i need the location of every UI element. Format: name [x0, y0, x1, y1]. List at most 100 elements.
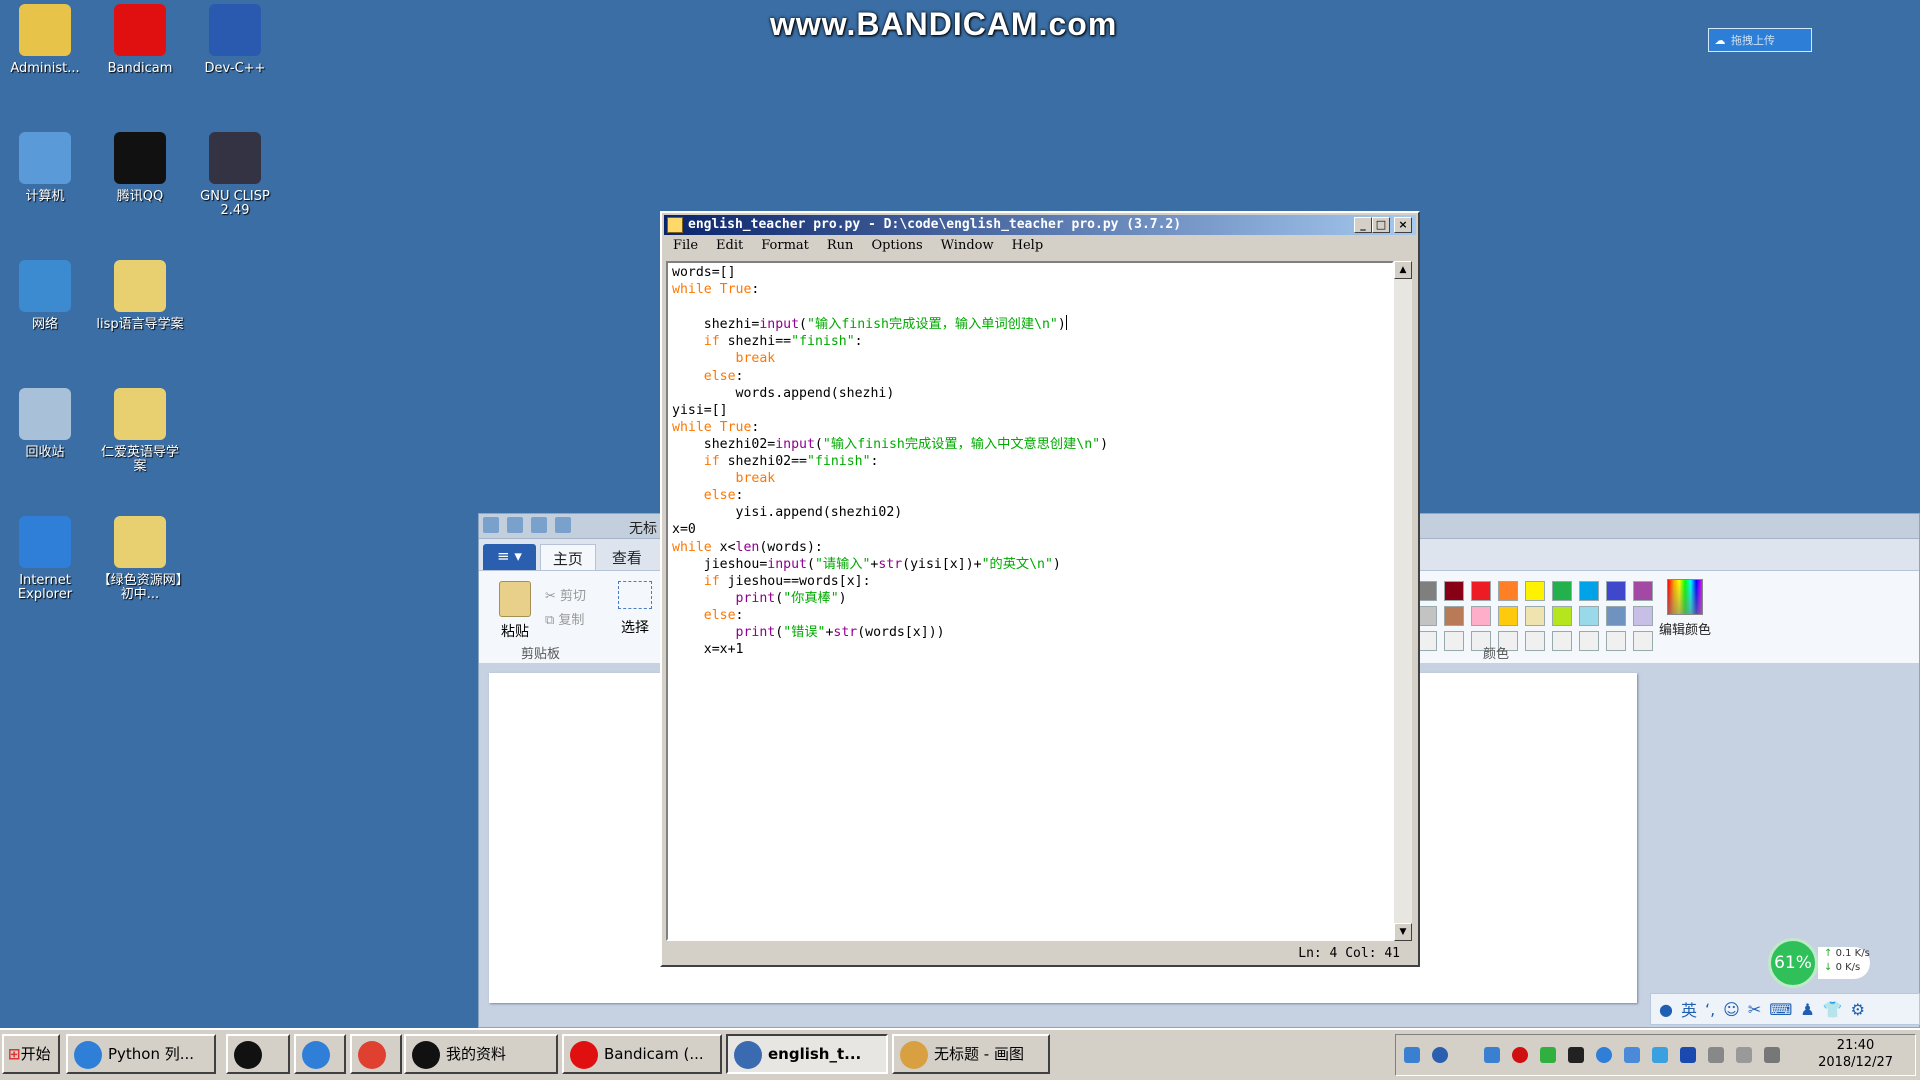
- menu-edit[interactable]: Edit: [707, 237, 752, 257]
- menu-file[interactable]: File: [664, 237, 707, 257]
- ime-language[interactable]: 英: [1681, 997, 1697, 1021]
- code-line: print("错误"+str(words[x])): [735, 624, 945, 640]
- taskbar-item-idle[interactable]: english_t...: [726, 1034, 888, 1074]
- color-swatch[interactable]: [1417, 581, 1437, 601]
- desktop-icon-network[interactable]: 网络: [0, 260, 90, 332]
- media-icon[interactable]: [1540, 1047, 1556, 1063]
- ie-tray-icon[interactable]: [1596, 1047, 1612, 1063]
- close-button[interactable]: ×: [1394, 217, 1412, 233]
- color-swatch[interactable]: [1417, 606, 1437, 626]
- taskbar-item-qq-profile[interactable]: 我的资料: [404, 1034, 558, 1074]
- menu-format[interactable]: Format: [752, 237, 818, 257]
- color-swatch[interactable]: [1633, 606, 1653, 626]
- paint-file-menu[interactable]: ≡ ▾: [483, 544, 536, 570]
- redo-icon[interactable]: [555, 517, 571, 533]
- taskbar-item-paint[interactable]: 无标题 - 画图: [892, 1034, 1050, 1074]
- color-swatch[interactable]: [1471, 581, 1491, 601]
- code-text[interactable]: words=[] while True: shezhi=input("输入fini…: [668, 263, 1392, 658]
- tools-icon[interactable]: ✂: [1748, 1000, 1761, 1019]
- select-button[interactable]: 选择: [613, 581, 657, 637]
- desktop-icon-computer[interactable]: 计算机: [0, 132, 90, 204]
- color-swatch[interactable]: [1525, 631, 1545, 651]
- qq-tray-icon[interactable]: [1568, 1047, 1584, 1063]
- color-swatch[interactable]: [1417, 631, 1437, 651]
- menu-run[interactable]: Run: [818, 237, 863, 257]
- color-swatch[interactable]: [1633, 631, 1653, 651]
- taskbar-item-chrome[interactable]: [350, 1034, 402, 1074]
- paste-button[interactable]: 粘贴: [493, 581, 537, 641]
- color-swatch[interactable]: [1498, 581, 1518, 601]
- menu-help[interactable]: Help: [1003, 237, 1053, 257]
- color-swatch[interactable]: [1606, 581, 1626, 601]
- tray-user-icon[interactable]: [1404, 1047, 1420, 1063]
- emoji-icon[interactable]: ☺: [1723, 1000, 1740, 1019]
- undo-icon[interactable]: [531, 517, 547, 533]
- taskbar-item-cmd[interactable]: [226, 1034, 290, 1074]
- color-swatch[interactable]: [1579, 606, 1599, 626]
- maximize-button[interactable]: □: [1372, 217, 1390, 233]
- desktop-icon-bandicam[interactable]: Bandicam: [95, 4, 185, 76]
- desktop-icon-english-folder[interactable]: 仁爱英语导学案: [95, 388, 185, 474]
- ime-logo-icon[interactable]: ●: [1659, 1000, 1673, 1019]
- taskbar-item-bandicam[interactable]: Bandicam (...: [562, 1034, 722, 1074]
- network-icon[interactable]: [1764, 1047, 1780, 1063]
- paint-app-icon[interactable]: [483, 517, 499, 533]
- desktop-icon-internet-explorer[interactable]: Internet Explorer: [0, 516, 90, 602]
- punctuation-icon[interactable]: ‘,: [1705, 1000, 1715, 1019]
- code-editor[interactable]: words=[] while True: shezhi=input("输入fini…: [666, 261, 1394, 941]
- skin-icon[interactable]: 👕: [1823, 1000, 1843, 1019]
- menu-window[interactable]: Window: [932, 237, 1003, 257]
- idle-editor-window[interactable]: english_teacher pro.py - D:\code\english…: [660, 211, 1420, 967]
- cut-button[interactable]: ✂ 剪切: [545, 585, 586, 604]
- save-icon[interactable]: [507, 517, 523, 533]
- color-swatch[interactable]: [1444, 631, 1464, 651]
- color-swatch[interactable]: [1606, 631, 1626, 651]
- desktop-icon-devcpp[interactable]: Dev-C++: [190, 4, 280, 76]
- desktop-icon-administrator[interactable]: Administ...: [0, 4, 90, 76]
- color-swatch[interactable]: [1552, 606, 1572, 626]
- color-swatch[interactable]: [1552, 631, 1572, 651]
- vertical-scrollbar[interactable]: ▲ ▼: [1394, 261, 1412, 941]
- color-swatch[interactable]: [1525, 581, 1545, 601]
- edit-colors-button[interactable]: 编辑颜色: [1653, 579, 1717, 638]
- network-speed-widget[interactable]: 61% ↑ 0.1 K/s ↓ 0 K/s: [1768, 938, 1870, 988]
- scroll-down-icon[interactable]: ▼: [1394, 923, 1412, 941]
- color-swatch[interactable]: [1498, 606, 1518, 626]
- desktop-icon-gnu-clisp[interactable]: GNU CLISP 2.49: [190, 132, 280, 218]
- tab-view[interactable]: 查看: [600, 544, 654, 570]
- desktop-icon-qq[interactable]: 腾讯QQ: [95, 132, 185, 204]
- color-swatch[interactable]: [1525, 606, 1545, 626]
- volume-icon[interactable]: [1736, 1047, 1752, 1063]
- taskbar-item-ie[interactable]: [294, 1034, 346, 1074]
- upload-widget[interactable]: ☁ 拖拽上传: [1708, 28, 1812, 52]
- color-swatch[interactable]: [1444, 581, 1464, 601]
- start-button[interactable]: ⊞开始: [2, 1034, 60, 1074]
- help-icon[interactable]: [1432, 1047, 1448, 1063]
- tab-home[interactable]: 主页: [539, 544, 596, 570]
- display-icon[interactable]: [1652, 1047, 1668, 1063]
- color-swatch[interactable]: [1552, 581, 1572, 601]
- baidu-cloud-icon[interactable]: [1484, 1047, 1500, 1063]
- security-icon[interactable]: [1624, 1047, 1640, 1063]
- color-swatch[interactable]: [1444, 606, 1464, 626]
- bluetooth-icon[interactable]: [1680, 1047, 1696, 1063]
- scroll-up-icon[interactable]: ▲: [1394, 261, 1412, 279]
- desktop-icon-recycle-bin[interactable]: 回收站: [0, 388, 90, 460]
- bandicam-tray-icon[interactable]: [1512, 1047, 1528, 1063]
- device-icon[interactable]: [1708, 1047, 1724, 1063]
- color-swatch[interactable]: [1471, 606, 1491, 626]
- minimize-button[interactable]: _: [1354, 217, 1372, 233]
- user-icon[interactable]: ♟: [1800, 1000, 1814, 1019]
- taskbar-item-python[interactable]: Python 列...: [66, 1034, 216, 1074]
- settings-icon[interactable]: ⚙: [1851, 1000, 1865, 1019]
- desktop-icon-resource-folder[interactable]: 【绿色资源网】初中...: [95, 516, 185, 602]
- color-swatch[interactable]: [1579, 631, 1599, 651]
- menu-options[interactable]: Options: [862, 237, 931, 257]
- copy-button[interactable]: ⧉ 复制: [545, 609, 584, 628]
- color-swatch[interactable]: [1579, 581, 1599, 601]
- color-swatch[interactable]: [1633, 581, 1653, 601]
- color-swatch[interactable]: [1606, 606, 1626, 626]
- desktop-icon-lisp-folder[interactable]: lisp语言导学案: [95, 260, 185, 332]
- clock[interactable]: 21:40 2018/12/27: [1818, 1037, 1893, 1071]
- keyboard-icon[interactable]: ⌨: [1769, 1000, 1792, 1019]
